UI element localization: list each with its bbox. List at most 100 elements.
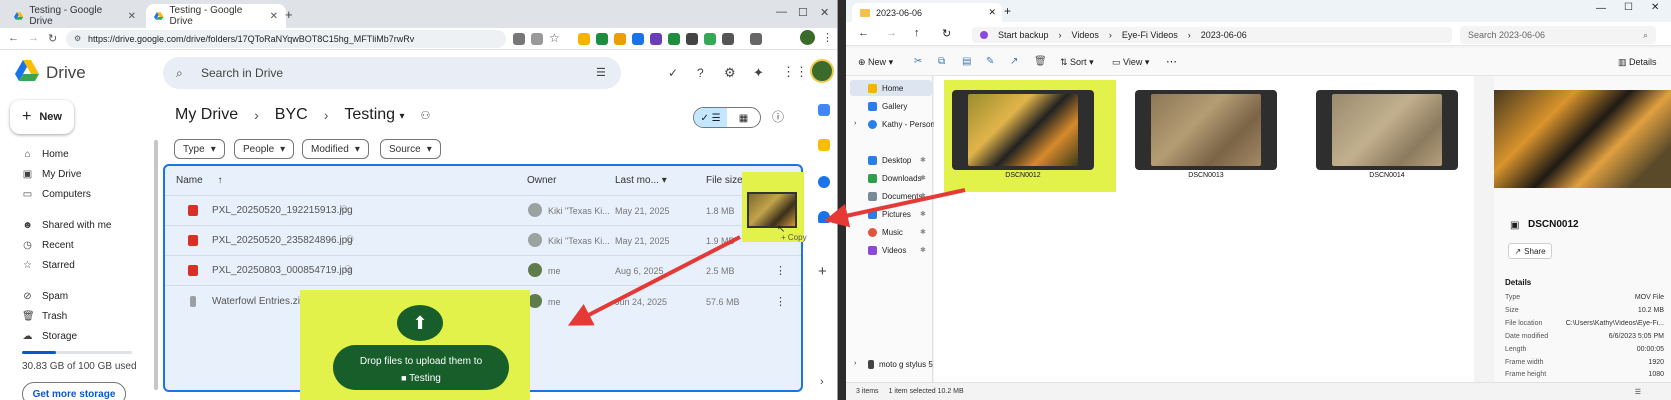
sidebar-item-storage[interactable]: ☁ Storage (22, 328, 78, 344)
nav-item-phone[interactable]: moto g stylus 5 (868, 360, 933, 369)
sidebar-item-shared[interactable]: ☻ Shared with me (22, 217, 111, 233)
close-window-icon[interactable]: ✕ (820, 6, 829, 19)
sidebar-item-recent[interactable]: ◷ Recent (22, 237, 74, 253)
expand-chevron-icon[interactable]: › (854, 120, 856, 127)
calendar-icon[interactable] (818, 104, 830, 116)
crumb[interactable]: Start backup (998, 30, 1049, 40)
nav-item-music[interactable]: Music (868, 228, 903, 237)
delete-icon[interactable]: 🗑︎ (1034, 56, 1047, 67)
breadcrumb-testing[interactable]: Testing ▾ (344, 106, 404, 124)
address-bar[interactable]: https://drive.google.com/drive/folders/1… (66, 30, 506, 48)
more-options-icon[interactable]: ⋯ (1166, 55, 1177, 68)
contacts-icon[interactable] (818, 211, 830, 223)
crumb[interactable]: Eye-Fi Videos (1122, 30, 1178, 40)
refresh-icon[interactable]: ↻ (942, 27, 951, 40)
zoom-icon[interactable] (531, 33, 543, 45)
back-icon[interactable]: ← (858, 27, 869, 39)
tasks-icon[interactable] (818, 176, 830, 188)
pin-icon[interactable]: ✱ (920, 156, 926, 164)
nav-item-downloads[interactable]: Downloads (868, 174, 922, 183)
bookmark-star-icon[interactable]: ☆ (549, 31, 560, 45)
cast-icon[interactable] (513, 33, 525, 45)
search-options-icon[interactable]: ☰ (596, 66, 606, 79)
close-tab-icon[interactable]: ✕ (128, 11, 136, 22)
get-more-storage-button[interactable]: Get more storage (22, 382, 126, 400)
extension-icon[interactable] (650, 33, 662, 45)
extension-icon[interactable] (596, 33, 608, 45)
file-item-dscn0013[interactable]: DSCN0013 (1135, 90, 1277, 179)
close-tab-icon[interactable]: ✕ (988, 7, 996, 18)
new-tab-icon[interactable]: + (285, 7, 293, 22)
nav-item-desktop[interactable]: Desktop (868, 156, 911, 165)
pin-icon[interactable]: ✱ (920, 210, 926, 218)
minimize-icon[interactable]: — (1596, 3, 1606, 14)
sidebar-item-spam[interactable]: ⊘ Spam (22, 288, 68, 304)
filter-modified[interactable]: Modified ▾ (302, 139, 369, 159)
column-last-modified[interactable]: Last mo... ▾ (615, 175, 667, 186)
filter-people[interactable]: People ▾ (234, 139, 295, 159)
share-icon[interactable]: ↗ (1010, 56, 1018, 67)
browser-tab-2[interactable]: Testing - Google Drive ✕ (146, 4, 286, 28)
sidebar-item-home[interactable]: ⌂ Home (22, 146, 68, 162)
expand-chevron-icon[interactable]: › (854, 360, 856, 367)
help-icon[interactable]: ? (697, 66, 704, 80)
close-window-icon[interactable]: ✕ (1651, 2, 1659, 13)
search-icon[interactable]: ⌕ (176, 66, 183, 81)
nav-item-home[interactable]: Home (868, 84, 903, 93)
view-button[interactable]: ▭ View ▾ (1112, 57, 1149, 68)
extension-icon[interactable] (686, 33, 698, 45)
apps-grid-icon[interactable]: ⋮⋮ (782, 64, 808, 80)
back-icon[interactable]: ← (8, 32, 19, 44)
extension-icon[interactable] (614, 33, 626, 45)
explorer-tab[interactable]: 2023-06-06 ✕ (852, 3, 1002, 22)
chrome-menu-icon[interactable]: ⋮ (822, 31, 833, 44)
crumb[interactable]: Videos (1072, 30, 1099, 40)
crumb[interactable]: 2023-06-06 (1201, 30, 1247, 40)
cut-icon[interactable]: ✂ (914, 56, 922, 67)
sidebar-item-starred[interactable]: ☆ Starred (22, 257, 75, 273)
status-check-icon[interactable]: ✓ (668, 66, 678, 80)
file-item-dscn0012[interactable]: DSCN0012 (952, 90, 1094, 179)
explorer-breadcrumb[interactable]: Start backup › Videos › Eye-Fi Videos › 202… (972, 27, 1452, 43)
pin-icon[interactable]: ✱ (920, 192, 926, 200)
add-addon-icon[interactable]: + (818, 263, 827, 280)
chevron-right-icon[interactable]: › (820, 376, 824, 388)
nav-item-gallery[interactable]: Gallery (868, 102, 907, 111)
sidebar-scrollbar[interactable] (154, 140, 158, 390)
share-people-icon[interactable]: ⚇ (421, 109, 431, 122)
details-share-button[interactable]: ↗ Share (1508, 243, 1552, 259)
site-info-icon[interactable]: ⚙ (74, 34, 81, 43)
grid-view-button[interactable]: ▦ (727, 108, 760, 127)
column-file-size[interactable]: File size (706, 175, 743, 186)
list-view-button[interactable]: ✓ ☰ (694, 108, 727, 127)
new-button[interactable]: + New (10, 100, 74, 134)
sidebar-item-trash[interactable]: 🗑︎ Trash (22, 308, 67, 324)
column-name[interactable]: Name ↑ (176, 175, 222, 186)
sort-up-arrow-icon[interactable]: ↑ (217, 175, 222, 186)
pin-icon[interactable]: ✱ (920, 246, 926, 254)
copy-icon[interactable]: ⧉ (938, 56, 945, 67)
more-actions-icon[interactable]: ⋮ (775, 295, 786, 308)
file-item-dscn0014[interactable]: DSCN0014 (1316, 90, 1458, 179)
filter-type[interactable]: Type ▾ (174, 139, 225, 159)
drive-brand[interactable]: Drive (46, 63, 86, 83)
keep-icon[interactable] (818, 139, 830, 151)
settings-gear-icon[interactable]: ⚙ (724, 65, 736, 81)
reload-icon[interactable]: ↻ (48, 32, 57, 45)
gemini-sparkle-icon[interactable]: ✦ (753, 65, 764, 81)
up-icon[interactable]: ↑ (914, 27, 920, 39)
more-actions-icon[interactable]: ⋮ (775, 264, 786, 277)
sidepanel-icon[interactable] (750, 33, 762, 45)
sort-button[interactable]: ⇅ Sort ▾ (1060, 57, 1094, 68)
nav-item-pictures[interactable]: Pictures (868, 210, 911, 219)
sidebar-item-computers[interactable]: ▭ Computers (22, 186, 91, 202)
maximize-icon[interactable]: ☐ (1624, 2, 1633, 13)
drive-logo-icon[interactable] (15, 60, 39, 81)
forward-icon[interactable]: → (28, 32, 39, 44)
nav-item-videos[interactable]: Videos (868, 246, 906, 255)
filter-source[interactable]: Source ▾ (380, 139, 441, 159)
extension-icon[interactable] (704, 33, 716, 45)
new-tab-icon[interactable]: + (1004, 4, 1011, 18)
breadcrumb-byc[interactable]: BYC (275, 106, 308, 124)
account-avatar[interactable] (810, 59, 834, 83)
